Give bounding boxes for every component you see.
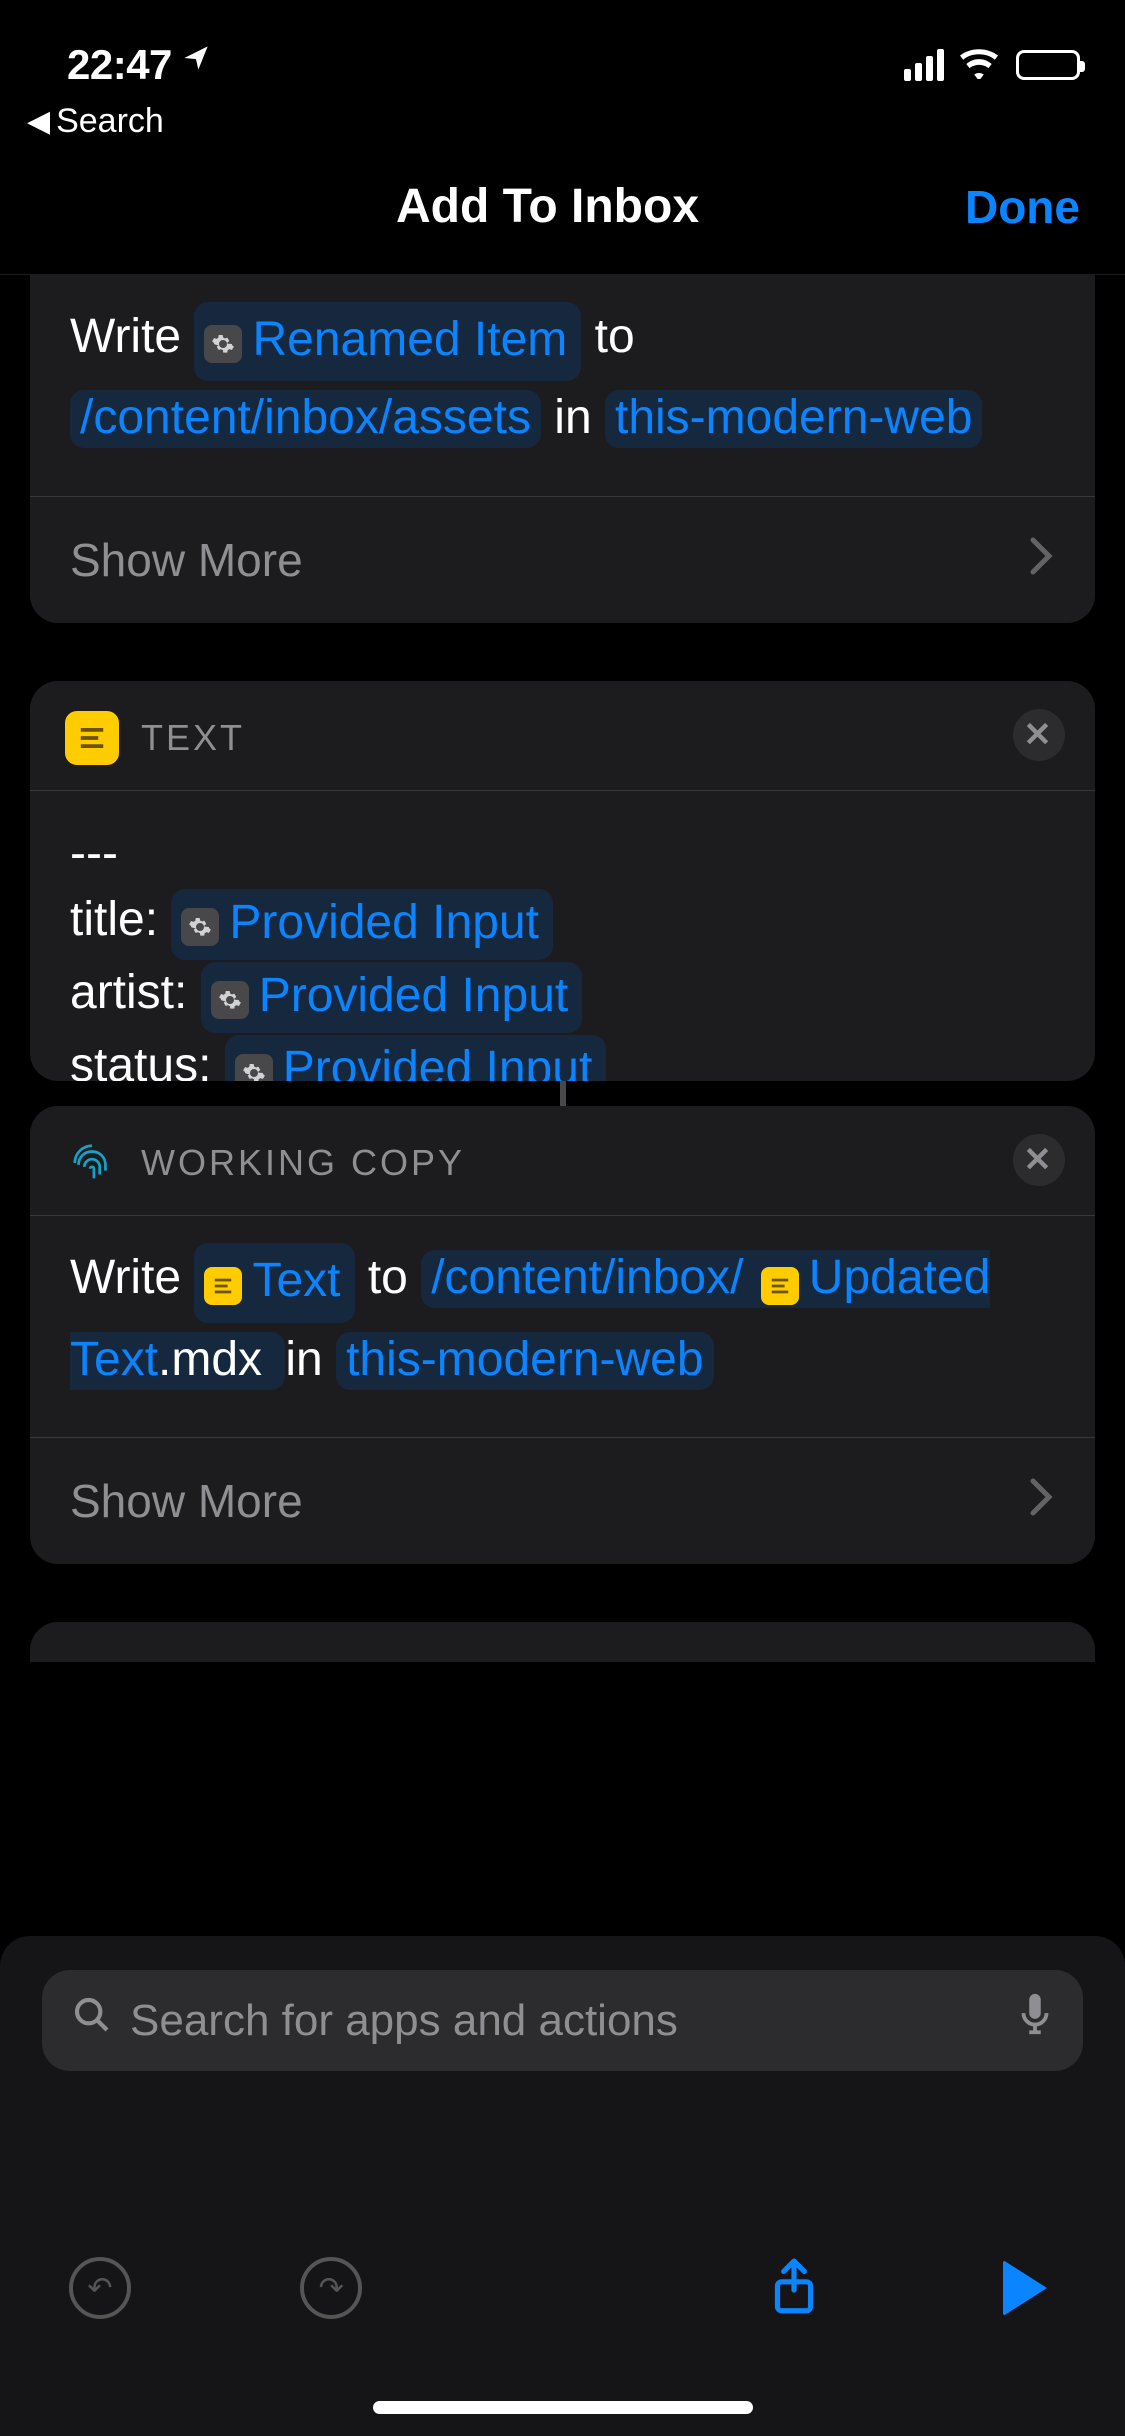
show-more-row[interactable]: Show More	[30, 1438, 1095, 1564]
action-card-write-asset: Write Renamed Item to /content/inbox/ass…	[30, 275, 1095, 623]
wifi-icon	[960, 41, 1000, 89]
close-icon[interactable]: ✕	[1013, 1134, 1065, 1186]
breadcrumb-back[interactable]: ◀ Search	[0, 100, 1125, 151]
action-body[interactable]: Write Text to /content/inbox/ Updated Te…	[30, 1216, 1095, 1438]
gear-icon	[204, 325, 242, 363]
repo-pill[interactable]: this-modern-web	[605, 390, 982, 448]
run-button[interactable]	[987, 2250, 1063, 2326]
location-services-icon	[182, 44, 210, 80]
repo-pill[interactable]: this-modern-web	[336, 1332, 713, 1390]
search-input[interactable]: Search for apps and actions	[42, 1970, 1083, 2071]
search-icon	[72, 1995, 112, 2046]
chevron-right-icon	[1027, 533, 1055, 587]
page-title: Add To Inbox	[396, 179, 699, 234]
microphone-icon[interactable]	[1017, 1992, 1053, 2049]
text-content[interactable]: --- title: Provided Input artist: Provid…	[30, 791, 1095, 1081]
next-card-peek	[30, 1622, 1095, 1662]
action-body[interactable]: Write Renamed Item to /content/inbox/ass…	[30, 275, 1095, 496]
status-time: 22:47	[67, 41, 172, 89]
variable-pill-text[interactable]: Text	[194, 1243, 354, 1322]
titlebar: Add To Inbox Done	[0, 151, 1125, 275]
gear-icon	[181, 908, 219, 946]
search-panel: Search for apps and actions ↶ ↷	[0, 1936, 1125, 2436]
show-more-row[interactable]: Show More	[30, 497, 1095, 623]
undo-button[interactable]: ↶	[62, 2250, 138, 2326]
card-header-label: TEXT	[141, 717, 245, 759]
variable-pill-provided-input[interactable]: Provided Input	[171, 889, 553, 960]
status-bar: 22:47	[0, 0, 1125, 100]
breadcrumb-label: Search	[56, 102, 164, 141]
text-document-icon	[761, 1267, 799, 1305]
card-header-label: WORKING COPY	[141, 1142, 465, 1184]
search-placeholder: Search for apps and actions	[130, 1996, 678, 2046]
done-button[interactable]: Done	[900, 180, 1080, 234]
fingerprint-icon	[65, 1136, 119, 1190]
close-icon[interactable]: ✕	[1013, 709, 1065, 761]
battery-icon	[1016, 50, 1080, 80]
gear-icon	[211, 981, 249, 1019]
home-indicator[interactable]	[373, 2401, 753, 2414]
variable-pill-provided-input[interactable]: Provided Input	[201, 962, 583, 1033]
text-app-icon	[65, 711, 119, 765]
back-caret-icon: ◀	[27, 104, 50, 139]
cellular-signal-icon	[904, 49, 944, 81]
share-button[interactable]	[756, 2250, 832, 2326]
gear-icon	[235, 1054, 273, 1081]
action-card-text: TEXT ✕ --- title: Provided Input artist:…	[30, 681, 1095, 1081]
path-pill[interactable]: /content/inbox/assets	[70, 390, 541, 448]
redo-button[interactable]: ↷	[293, 2250, 369, 2326]
text-document-icon	[204, 1267, 242, 1305]
chevron-right-icon	[1027, 1474, 1055, 1528]
variable-pill-provided-input[interactable]: Provided Input	[225, 1035, 607, 1081]
variable-pill-renamed-item[interactable]: Renamed Item	[194, 302, 581, 381]
action-card-working-copy: WORKING COPY ✕ Write Text to /content/in…	[30, 1106, 1095, 1565]
